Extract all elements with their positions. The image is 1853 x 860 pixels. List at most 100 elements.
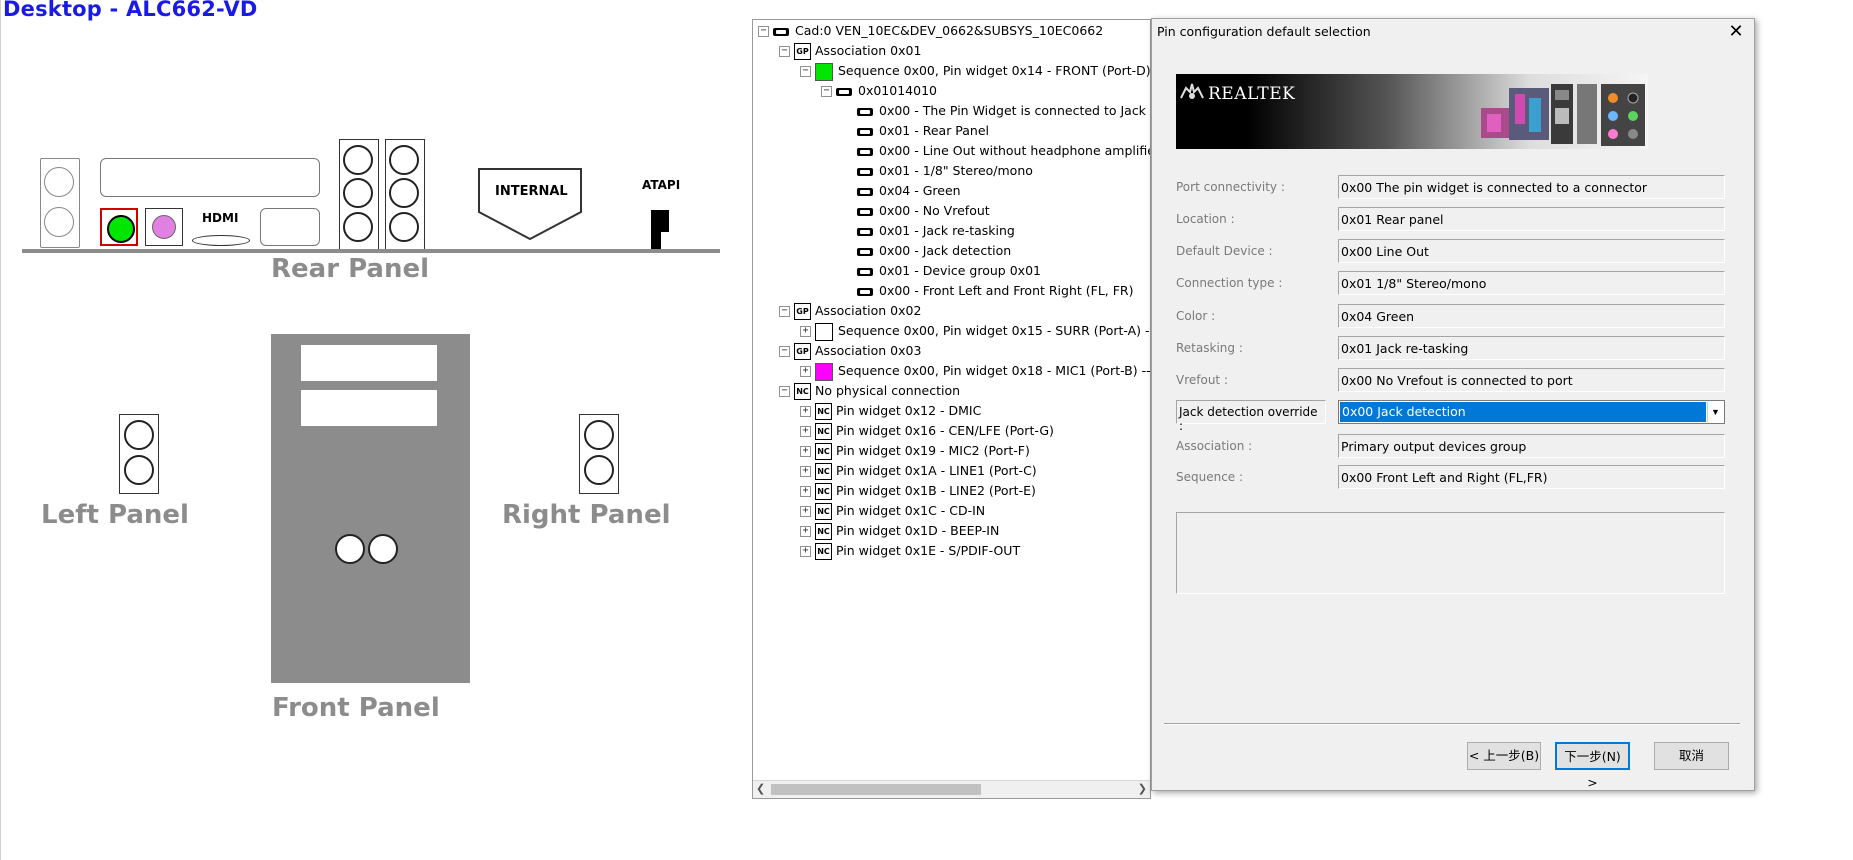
tree-root-label: Cad:0 VEN_10EC&DEV_0662&SUBSYS_10EC0662	[795, 23, 1104, 38]
expand-toggle[interactable]: +	[800, 326, 811, 337]
horizontal-scrollbar[interactable]: ❮ ❯	[753, 780, 1150, 798]
scrollbar-thumb[interactable]	[771, 784, 981, 795]
expand-toggle[interactable]: +	[800, 506, 811, 517]
expand-toggle[interactable]: +	[800, 366, 811, 377]
tree-sequence-front[interactable]: Sequence 0x00, Pin widget 0x14 - FRONT (…	[815, 61, 1150, 81]
expand-toggle[interactable]: +	[800, 406, 811, 417]
right-panel-jack[interactable]	[584, 455, 614, 485]
rear-jack[interactable]	[343, 178, 373, 208]
expand-toggle[interactable]: +	[800, 486, 811, 497]
tree-sequence-surr[interactable]: Sequence 0x00, Pin widget 0x15 - SURR (P…	[815, 321, 1150, 341]
scroll-left-arrow-icon[interactable]: ❮	[756, 782, 765, 795]
detail-label: 0x01 - 1/8" Stereo/mono	[879, 163, 1033, 178]
hdmi-label: HDMI	[202, 211, 239, 225]
tree-detail-item[interactable]: 0x00 - Line Out without headphone amplif…	[857, 141, 1151, 161]
left-panel-jack[interactable]	[124, 455, 154, 485]
collapse-toggle[interactable]: −	[800, 66, 811, 77]
config-value-label: 0x01014010	[858, 83, 937, 98]
tree-detail-item[interactable]: 0x01 - Jack re-tasking	[857, 221, 1015, 241]
pin-widget-label: Pin widget 0x1D - BEEP-IN	[836, 523, 1000, 538]
rear-jack[interactable]	[343, 212, 373, 242]
association-label: Association :	[1176, 439, 1253, 453]
rear-jack[interactable]	[389, 145, 419, 175]
tree-detail-item[interactable]: 0x00 - Front Left and Front Right (FL, F…	[857, 281, 1134, 301]
tree-pin-widget[interactable]: NC Pin widget 0x12 - DMIC	[815, 401, 981, 421]
collapse-toggle[interactable]: −	[821, 86, 832, 97]
expand-toggle[interactable]: +	[800, 526, 811, 537]
jack-icon	[857, 287, 873, 296]
collapse-toggle[interactable]: −	[779, 306, 790, 317]
jack-icon	[857, 127, 873, 136]
tree-detail-item[interactable]: 0x01 - 1/8" Stereo/mono	[857, 161, 1033, 181]
front-panel-jack[interactable]	[368, 534, 398, 564]
cancel-button[interactable]: 取消	[1654, 742, 1729, 770]
device-icon	[773, 27, 789, 36]
pin-widget-label: Pin widget 0x1A - LINE1 (Port-C)	[836, 463, 1037, 478]
tree-config-value[interactable]: 0x01014010	[836, 81, 937, 101]
rear-jack[interactable]	[389, 178, 419, 208]
tree-pin-widget[interactable]: NC Pin widget 0x1A - LINE1 (Port-C)	[815, 461, 1037, 481]
port-connectivity-label: Port connectivity :	[1176, 180, 1285, 194]
tree-pin-widget[interactable]: NC Pin widget 0x1E - S/PDIF-OUT	[815, 541, 1020, 561]
tree-detail-item[interactable]: 0x04 - Green	[857, 181, 961, 201]
internal-connector-icon[interactable]	[477, 167, 583, 241]
tree-pin-widget[interactable]: NC Pin widget 0x1D - BEEP-IN	[815, 521, 999, 541]
tree-association-2[interactable]: GP Association 0x02	[794, 301, 921, 321]
scroll-right-arrow-icon[interactable]: ❯	[1138, 782, 1147, 795]
gp-icon: GP	[794, 343, 811, 360]
tree-detail-item[interactable]: 0x01 - Device group 0x01	[857, 261, 1041, 281]
rear-panel-baseline	[22, 249, 720, 253]
nc-icon: NC	[815, 503, 832, 520]
pin-widget-label: Pin widget 0x16 - CEN/LFE (Port-G)	[836, 423, 1054, 438]
front-panel-jack[interactable]	[335, 534, 365, 564]
back-button[interactable]: < 上一步(B)	[1467, 742, 1541, 770]
collapse-toggle[interactable]: −	[779, 46, 790, 57]
tree-pin-widget[interactable]: NC Pin widget 0x1B - LINE2 (Port-E)	[815, 481, 1036, 501]
left-panel-jack[interactable]	[124, 420, 154, 450]
tree-no-connection[interactable]: NC No physical connection	[794, 381, 960, 401]
tree-association-1[interactable]: GP Association 0x01	[794, 41, 921, 61]
close-icon[interactable]: ✕	[1724, 21, 1748, 42]
jack-override-dropdown[interactable]: 0x00 Jack detection ▼	[1338, 400, 1725, 424]
tree-detail-item[interactable]: 0x00 - No Vrefout	[857, 201, 990, 221]
association-label: Association 0x02	[815, 303, 922, 318]
atapi-connector-icon[interactable]	[649, 208, 671, 252]
expand-toggle[interactable]: +	[800, 446, 811, 457]
pin-widget-label: Pin widget 0x1B - LINE2 (Port-E)	[836, 483, 1036, 498]
right-panel-jack[interactable]	[584, 420, 614, 450]
rear-jack[interactable]	[343, 145, 373, 175]
expand-toggle[interactable]: +	[800, 546, 811, 557]
rear-panel-label: Rear Panel	[271, 254, 430, 284]
no-connection-label: No physical connection	[815, 383, 961, 398]
pin-tree-view[interactable]: − Cad:0 VEN_10EC&DEV_0662&SUBSYS_10EC066…	[752, 19, 1151, 799]
drive-bay	[301, 345, 437, 381]
collapse-toggle[interactable]: −	[779, 386, 790, 397]
rear-jack[interactable]	[389, 212, 419, 242]
tree-detail-item[interactable]: 0x00 - Jack detection	[857, 241, 1011, 261]
expand-toggle[interactable]: +	[800, 426, 811, 437]
front-panel-case	[271, 334, 470, 683]
collapse-toggle[interactable]: −	[758, 26, 769, 37]
expand-toggle[interactable]: +	[800, 466, 811, 477]
tree-association-3[interactable]: GP Association 0x03	[794, 341, 921, 361]
tree-pin-widget[interactable]: NC Pin widget 0x16 - CEN/LFE (Port-G)	[815, 421, 1054, 441]
detail-label: 0x00 - Line Out without headphone amplif…	[879, 143, 1151, 158]
tree-pin-widget[interactable]: NC Pin widget 0x1C - CD-IN	[815, 501, 985, 521]
front-panel-label: Front Panel	[272, 693, 440, 723]
jack-icon	[857, 107, 873, 116]
tree-detail-item[interactable]: 0x00 - The Pin Widget is connected to Ja…	[857, 101, 1146, 121]
tree-detail-item[interactable]: 0x01 - Rear Panel	[857, 121, 989, 141]
rear-jack-front-selected[interactable]	[100, 208, 138, 246]
description-box	[1176, 512, 1725, 594]
tree-sequence-mic1[interactable]: Sequence 0x00, Pin widget 0x18 - MIC1 (P…	[815, 361, 1150, 381]
rear-jack-mic[interactable]	[145, 208, 183, 246]
tree-root[interactable]: Cad:0 VEN_10EC&DEV_0662&SUBSYS_10EC0662	[773, 21, 1103, 41]
rear-jack[interactable]	[44, 207, 74, 237]
next-button[interactable]: 下一步(N) >	[1555, 742, 1630, 790]
connection-type-field: 0x01 1/8" Stereo/mono	[1338, 271, 1725, 295]
collapse-toggle[interactable]: −	[779, 346, 790, 357]
vrefout-field: 0x00 No Vrefout is connected to port	[1338, 368, 1725, 392]
tree-pin-widget[interactable]: NC Pin widget 0x19 - MIC2 (Port-F)	[815, 441, 1030, 461]
rear-jack[interactable]	[44, 167, 74, 197]
dropdown-arrow-icon[interactable]: ▼	[1707, 402, 1723, 422]
